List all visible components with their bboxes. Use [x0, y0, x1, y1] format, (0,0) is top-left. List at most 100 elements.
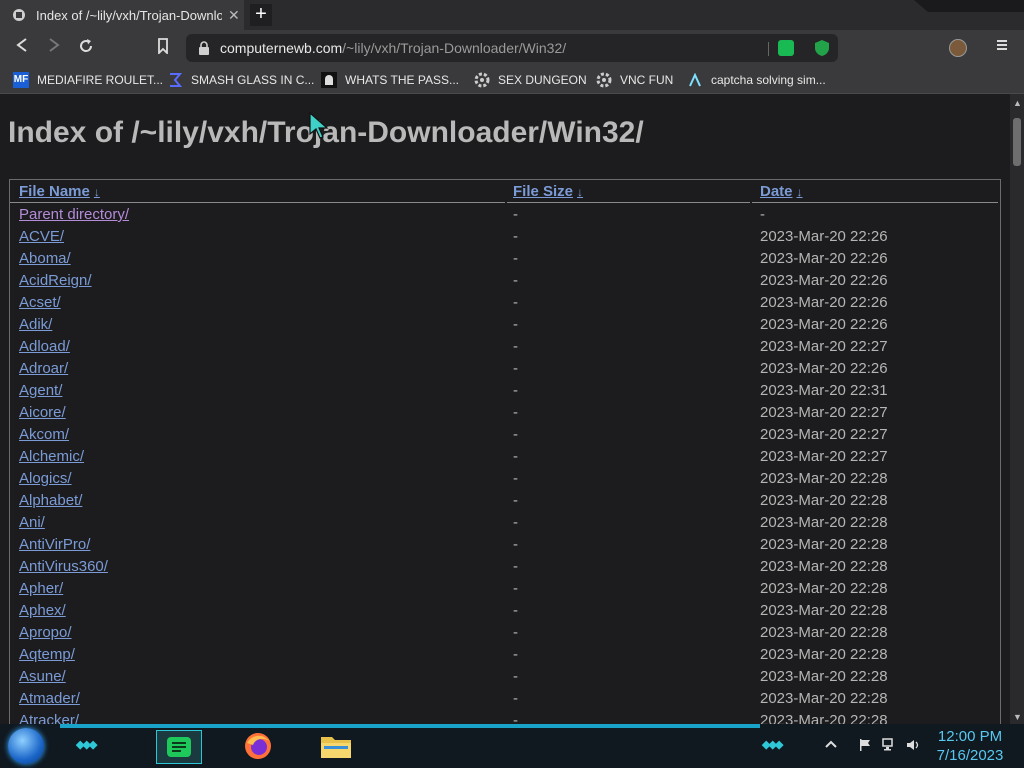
reload-button[interactable]: [75, 38, 97, 58]
column-date[interactable]: Date ↓: [760, 183, 803, 200]
network-icon[interactable]: [882, 738, 896, 752]
file-date: 2023-Mar-20 22:26: [760, 250, 888, 267]
file-name-link[interactable]: Ani/: [19, 514, 45, 531]
system-clock[interactable]: 12:00 PM 7/16/2023: [930, 727, 1010, 765]
table-row: AcidReign/ - 2023-Mar-20 22:26: [10, 270, 1000, 292]
lock-icon: [199, 41, 209, 55]
file-name-link[interactable]: Aboma/: [19, 250, 71, 267]
bookmark-label: WHATS THE PASS...: [345, 72, 460, 87]
column-file-size-label: File Size: [513, 183, 574, 200]
menu-icon[interactable]: [994, 38, 1010, 56]
file-name-link[interactable]: AcidReign/: [19, 272, 92, 289]
file-name-link[interactable]: Aicore/: [19, 404, 66, 421]
gear-icon: [474, 72, 490, 88]
profile-avatar[interactable]: [949, 39, 967, 57]
bookmark-whats-the-pass[interactable]: WHATS THE PASS...: [321, 66, 459, 93]
bookmark-mediafire[interactable]: MF MEDIAFIRE ROULET...: [13, 66, 163, 93]
taskbar-accent: [60, 724, 760, 728]
table-row: Aphex/ - 2023-Mar-20 22:28: [10, 600, 1000, 622]
bookmark-captcha[interactable]: captcha solving sim...: [687, 66, 826, 93]
back-button[interactable]: [11, 38, 33, 58]
bookmark-label: MEDIAFIRE ROULET...: [37, 72, 164, 87]
file-name-link[interactable]: AntiVirPro/: [19, 536, 90, 553]
start-orb-icon[interactable]: [8, 728, 44, 764]
mouse-cursor-icon: [309, 112, 329, 139]
file-size: -: [513, 624, 518, 641]
scrollbar-thumb[interactable]: [1013, 118, 1021, 166]
table-row: Akcom/ - 2023-Mar-20 22:27: [10, 424, 1000, 446]
notes-extension-icon[interactable]: [778, 40, 794, 56]
column-file-size[interactable]: File Size ↓: [513, 183, 583, 200]
file-name-link[interactable]: Aqtemp/: [19, 646, 75, 663]
file-name-link[interactable]: Aphex/: [19, 602, 66, 619]
file-name-link[interactable]: Acset/: [19, 294, 61, 311]
file-date: 2023-Mar-20 22:28: [760, 690, 888, 707]
table-row: Aqtemp/ - 2023-Mar-20 22:28: [10, 644, 1000, 666]
table-row: ACVE/ - 2023-Mar-20 22:26: [10, 226, 1000, 248]
bookmark-smash-glass[interactable]: SMASH GLASS IN C...: [167, 66, 314, 93]
file-name-link[interactable]: Alogics/: [19, 470, 72, 487]
url-path: /~lily/vxh/Trojan-Downloader/Win32/: [342, 40, 567, 56]
header-divider: [752, 202, 998, 203]
table-row: Adroar/ - 2023-Mar-20 22:26: [10, 358, 1000, 380]
file-name-link[interactable]: Adload/: [19, 338, 70, 355]
bookmark-vnc-fun[interactable]: VNC FUN: [596, 66, 673, 93]
file-name-link[interactable]: Agent/: [19, 382, 62, 399]
notes-icon[interactable]: [156, 730, 202, 764]
file-size: -: [513, 294, 518, 311]
sort-arrow-icon: ↓: [577, 185, 584, 199]
file-date: 2023-Mar-20 22:28: [760, 514, 888, 531]
scroll-up-icon[interactable]: ▲: [1013, 98, 1022, 108]
tab-active[interactable]: Index of /~lily/vxh/Trojan-Downloader/Wi…: [0, 0, 244, 30]
file-name-link[interactable]: Apropo/: [19, 624, 72, 641]
file-name-link[interactable]: AntiVirus360/: [19, 558, 108, 575]
file-listing-table: File Name ↓ File Size ↓ Date ↓ Parent direc…: [9, 179, 1001, 724]
scroll-down-icon[interactable]: ▼: [1013, 712, 1022, 722]
file-name-link[interactable]: Alphabet/: [19, 492, 82, 509]
table-row: Alogics/ - 2023-Mar-20 22:28: [10, 468, 1000, 490]
file-name-link[interactable]: ACVE/: [19, 228, 64, 245]
file-date: 2023-Mar-20 22:27: [760, 426, 888, 443]
table-row: Agent/ - 2023-Mar-20 22:31: [10, 380, 1000, 402]
file-size: -: [513, 316, 518, 333]
file-name-link[interactable]: Adik/: [19, 316, 52, 333]
tab-close-icon[interactable]: ✕: [228, 7, 240, 24]
firefox-icon[interactable]: [236, 730, 280, 762]
table-row: Atmader/ - 2023-Mar-20 22:28: [10, 688, 1000, 710]
file-size: -: [513, 228, 518, 245]
table-row: Acset/ - 2023-Mar-20 22:26: [10, 292, 1000, 314]
file-name-link[interactable]: Atracker/: [19, 712, 79, 724]
action-center-flag-icon[interactable]: [858, 738, 872, 752]
volume-icon[interactable]: [906, 738, 920, 752]
page-scrollbar[interactable]: ▲ ▼: [1010, 94, 1024, 724]
file-name-link[interactable]: Parent directory/: [19, 206, 129, 223]
show-hidden-icons-icon[interactable]: [824, 738, 838, 752]
gear-icon: [596, 72, 612, 88]
file-name-link[interactable]: Akcom/: [19, 426, 69, 443]
forward-button[interactable]: [43, 38, 65, 58]
file-name-link[interactable]: Atmader/: [19, 690, 80, 707]
file-name-link[interactable]: Asune/: [19, 668, 66, 685]
file-size: -: [513, 580, 518, 597]
file-name-link[interactable]: Alchemic/: [19, 448, 84, 465]
file-date: 2023-Mar-20 22:26: [760, 228, 888, 245]
bookmark-sex-dungeon[interactable]: SEX DUNGEON: [474, 66, 587, 93]
table-row: Asune/ - 2023-Mar-20 22:28: [10, 666, 1000, 688]
reload-icon: [80, 39, 93, 52]
file-date: 2023-Mar-20 22:26: [760, 316, 888, 333]
window-decoration: [914, 0, 1024, 12]
file-name-link[interactable]: Apher/: [19, 580, 63, 597]
table-row: Ani/ - 2023-Mar-20 22:28: [10, 512, 1000, 534]
bookmark-button[interactable]: [152, 38, 174, 58]
column-file-name-label: File Name: [19, 183, 90, 200]
browser-toolbar: computernewb.com/~lily/vxh/Trojan-Downlo…: [0, 30, 1024, 66]
file-date: -: [760, 206, 765, 223]
address-bar[interactable]: computernewb.com/~lily/vxh/Trojan-Downlo…: [186, 34, 838, 62]
column-file-name[interactable]: File Name ↓: [19, 183, 100, 200]
table-row: Alchemic/ - 2023-Mar-20 22:27: [10, 446, 1000, 468]
new-tab-button[interactable]: +: [250, 4, 272, 26]
file-explorer-icon[interactable]: [314, 730, 358, 762]
shield-extension-icon[interactable]: [814, 39, 830, 57]
file-name-link[interactable]: Adroar/: [19, 360, 68, 377]
column-date-label: Date: [760, 183, 793, 200]
